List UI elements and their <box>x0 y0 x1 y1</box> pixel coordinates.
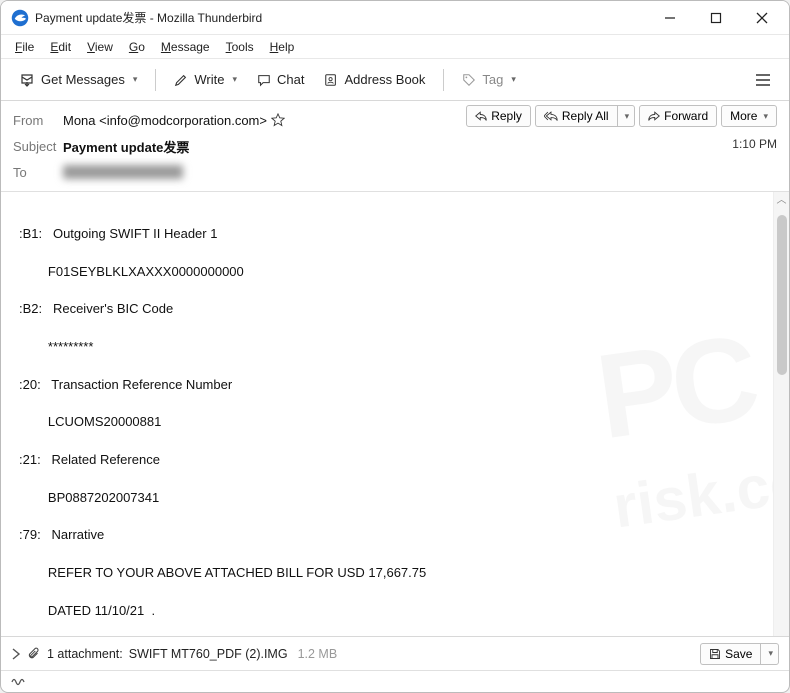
attachment-expand-toggle[interactable] <box>11 648 21 660</box>
app-window: Payment update发票 - Mozilla Thunderbird F… <box>0 0 790 693</box>
attachment-count: 1 attachment: <box>47 647 123 661</box>
save-attachment-button[interactable]: Save <box>700 643 760 665</box>
message-time: 1:10 PM <box>732 137 777 151</box>
save-label: Save <box>725 647 752 661</box>
chevron-down-icon: ▾ <box>511 74 516 85</box>
forward-button[interactable]: Forward <box>639 105 717 127</box>
tag-label: Tag <box>482 72 503 87</box>
star-icon[interactable] <box>271 113 285 127</box>
chevron-down-icon: ▾ <box>763 111 768 122</box>
app-menu-button[interactable] <box>747 69 779 91</box>
get-messages-button[interactable]: Get Messages ▾ <box>11 68 145 92</box>
address-book-icon <box>324 73 338 87</box>
maximize-button[interactable] <box>693 3 739 33</box>
window-controls <box>647 3 785 33</box>
menu-view[interactable]: View <box>79 38 121 56</box>
more-button[interactable]: More ▾ <box>721 105 777 127</box>
titlebar: Payment update发票 - Mozilla Thunderbird <box>1 1 789 35</box>
vertical-scrollbar[interactable]: ︿ <box>773 192 789 636</box>
tag-icon <box>462 73 476 87</box>
chat-icon <box>257 73 271 87</box>
hamburger-icon <box>755 73 771 87</box>
address-book-label: Address Book <box>344 72 425 87</box>
body-line: :B1: Outgoing SWIFT II Header 1 <box>19 225 771 244</box>
menu-edit[interactable]: Edit <box>42 38 79 56</box>
get-messages-label: Get Messages <box>41 72 125 87</box>
close-button[interactable] <box>739 3 785 33</box>
message-body: PCrisk.com ︿ :B1: Outgoing SWIFT II Head… <box>1 192 789 636</box>
toolbar-separator <box>155 69 156 91</box>
address-book-button[interactable]: Address Book <box>316 68 433 91</box>
menu-help[interactable]: Help <box>262 38 303 56</box>
reply-all-label: Reply All <box>562 109 609 123</box>
body-line: :B2: Receiver's BIC Code <box>19 300 771 319</box>
body-line: ********* <box>19 338 771 357</box>
menu-tools[interactable]: Tools <box>218 38 262 56</box>
tag-button[interactable]: Tag ▾ <box>454 68 524 91</box>
reply-button[interactable]: Reply <box>466 105 531 127</box>
forward-label: Forward <box>664 109 708 123</box>
body-line: :20: Transaction Reference Number <box>19 376 771 395</box>
message-header: Reply Reply All ▾ Forward More ▾ From Mo… <box>1 101 789 192</box>
attachment-bar: 1 attachment: SWIFT MT760_PDF (2).IMG 1.… <box>1 636 789 670</box>
chevron-down-icon: ▾ <box>768 648 773 659</box>
activity-indicator-icon <box>11 676 27 688</box>
menu-file[interactable]: File <box>7 38 42 56</box>
window-title: Payment update发票 - Mozilla Thunderbird <box>35 9 647 26</box>
body-line: :79: Narrative <box>19 526 771 545</box>
save-dropdown[interactable]: ▾ <box>760 643 779 665</box>
subject-value: Payment update发票 <box>63 137 189 156</box>
chevron-down-icon: ▾ <box>625 111 630 122</box>
forward-icon <box>648 111 660 121</box>
attachment-filename[interactable]: SWIFT MT760_PDF (2).IMG <box>129 647 288 661</box>
body-line: :21: Related Reference <box>19 451 771 470</box>
write-button[interactable]: Write ▾ <box>166 68 245 91</box>
save-icon <box>709 648 721 660</box>
paperclip-icon <box>27 647 41 661</box>
toolbar: Get Messages ▾ Write ▾ Chat Address Book… <box>1 59 789 101</box>
scroll-up-icon[interactable]: ︿ <box>777 192 787 211</box>
reply-all-dropdown[interactable]: ▾ <box>617 105 636 127</box>
save-split-button: Save ▾ <box>700 643 779 665</box>
write-label: Write <box>194 72 224 87</box>
body-line: F01SEYBLKLXAXXX0000000000 <box>19 263 771 282</box>
from-label: From <box>13 113 63 128</box>
body-line: REFER TO YOUR ABOVE ATTACHED BILL FOR US… <box>19 564 771 583</box>
more-label: More <box>730 109 757 123</box>
chat-label: Chat <box>277 72 304 87</box>
menubar: File Edit View Go Message Tools Help <box>1 35 789 59</box>
toolbar-separator <box>443 69 444 91</box>
reply-all-icon <box>544 111 558 121</box>
status-bar <box>1 670 789 692</box>
thunderbird-icon <box>11 9 29 27</box>
subject-label: Subject <box>13 139 63 154</box>
chevron-down-icon: ▾ <box>133 74 138 85</box>
scrollbar-thumb[interactable] <box>777 215 787 375</box>
pencil-icon <box>174 73 188 87</box>
chat-button[interactable]: Chat <box>249 68 312 91</box>
reply-all-split-button: Reply All ▾ <box>535 105 635 127</box>
body-line: DATED 11/10/21 . <box>19 602 771 621</box>
from-value: Mona <info@modcorporation.com> <box>63 113 267 128</box>
to-label: To <box>13 165 63 180</box>
download-icon <box>19 72 35 88</box>
chevron-down-icon: ▾ <box>232 74 237 85</box>
reply-label: Reply <box>491 109 522 123</box>
attachment-size: 1.2 MB <box>298 647 338 661</box>
menu-go[interactable]: Go <box>121 38 153 56</box>
header-action-buttons: Reply Reply All ▾ Forward More ▾ <box>466 105 777 127</box>
minimize-button[interactable] <box>647 3 693 33</box>
body-line: BP0887202007341 <box>19 489 771 508</box>
reply-all-button[interactable]: Reply All <box>535 105 617 127</box>
to-value-redacted <box>63 165 183 179</box>
body-line: LCUOMS20000881 <box>19 413 771 432</box>
menu-message[interactable]: Message <box>153 38 218 56</box>
reply-icon <box>475 111 487 121</box>
